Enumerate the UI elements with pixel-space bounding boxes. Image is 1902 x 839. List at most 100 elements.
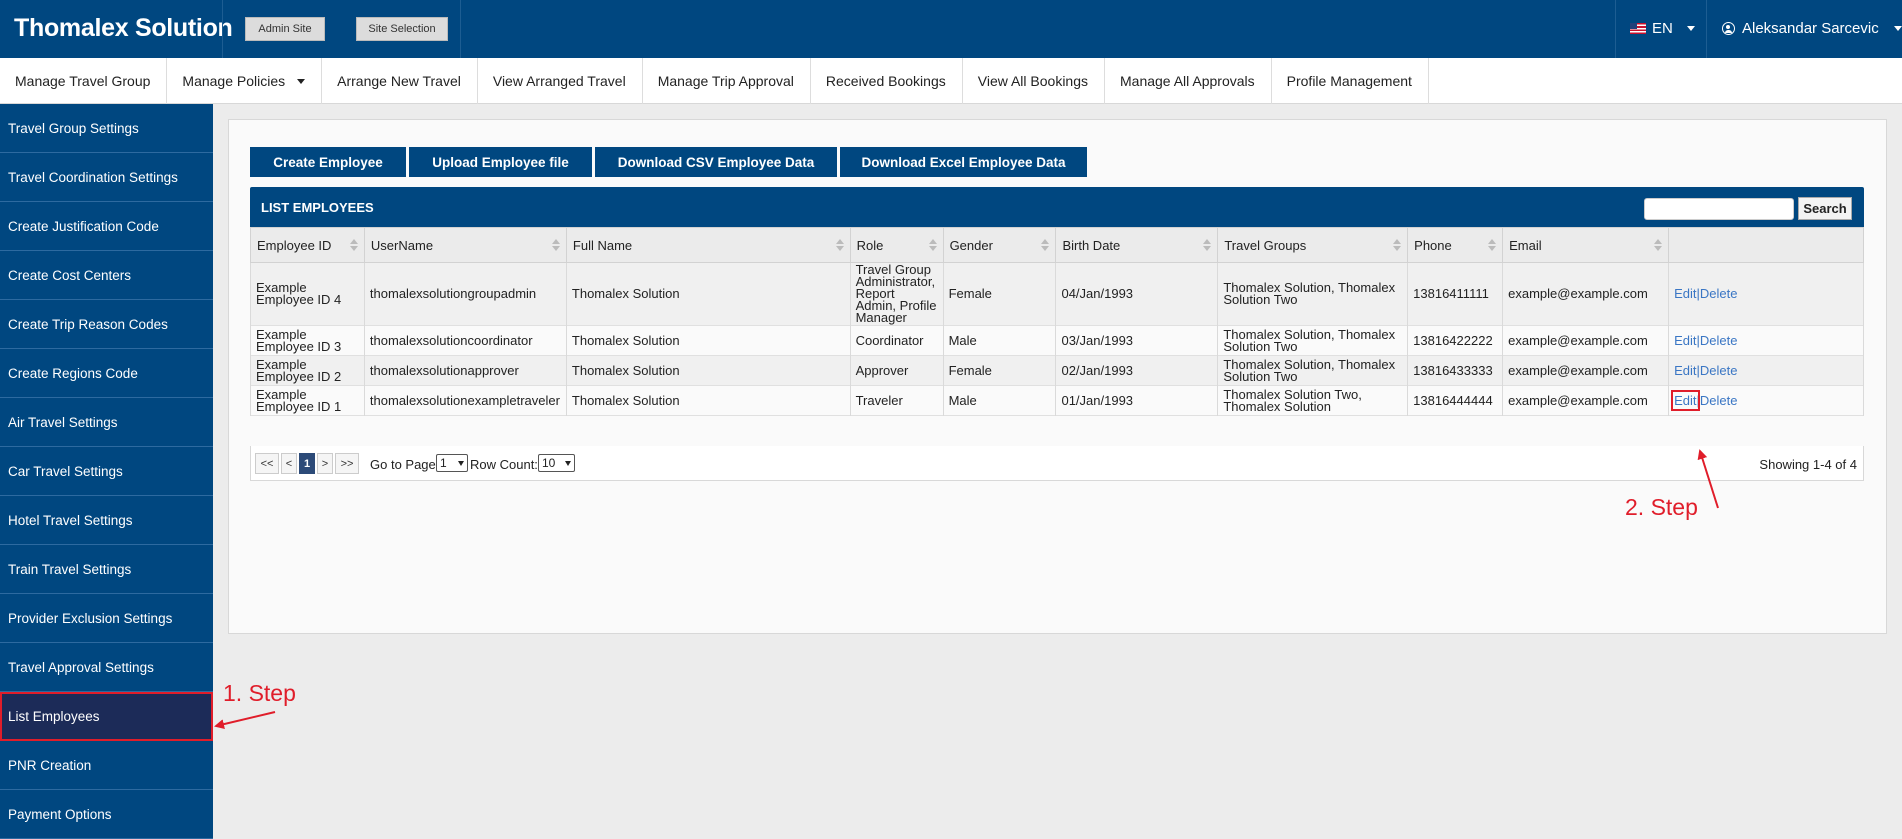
sort-icon	[1393, 239, 1402, 251]
brand-title[interactable]: Thomalex Solution	[14, 14, 233, 43]
upload-employee-file-button[interactable]: Upload Employee file	[409, 147, 592, 177]
cell-full-name: Thomalex Solution	[565, 325, 851, 356]
cell-role: Traveler	[849, 385, 944, 416]
current-page-button[interactable]: 1	[299, 453, 315, 474]
delete-link[interactable]: Delete	[1700, 363, 1738, 378]
sort-icon	[1488, 239, 1497, 251]
prev-page-button[interactable]: <	[281, 453, 297, 474]
step-1-arrow	[214, 711, 276, 730]
goto-page-select[interactable]: 1	[436, 454, 468, 472]
sidebar-item-hotel-travel-settings[interactable]: Hotel Travel Settings	[0, 496, 213, 545]
sidebar-item-car-travel-settings[interactable]: Car Travel Settings	[0, 447, 213, 496]
nav-item-manage-policies[interactable]: Manage Policies	[167, 58, 323, 104]
sidebar-item-payment-options[interactable]: Payment Options	[0, 790, 213, 839]
next-page-button[interactable]: >	[317, 453, 333, 474]
column-header-full-name[interactable]: Full Name	[565, 227, 851, 263]
top-header-bar: Thomalex Solution Admin Site Site Select…	[0, 0, 1902, 58]
sidebar-item-label: PNR Creation	[8, 757, 92, 773]
column-header-birth-date[interactable]: Birth Date	[1055, 227, 1219, 263]
column-header-travel-groups[interactable]: Travel Groups	[1217, 227, 1409, 263]
sidebar-item-create-justification-code[interactable]: Create Justification Code	[0, 202, 213, 251]
sidebar-item-provider-exclusion-settings[interactable]: Provider Exclusion Settings	[0, 594, 213, 643]
column-header-actions	[1668, 227, 1864, 263]
nav-item-label: Manage Trip Approval	[657, 73, 794, 89]
sidebar-item-air-travel-settings[interactable]: Air Travel Settings	[0, 398, 213, 447]
cell-actions: Edit|Delete	[1668, 385, 1864, 416]
create-employee-button[interactable]: Create Employee	[250, 147, 406, 177]
sidebar-item-travel-coordination-settings[interactable]: Travel Coordination Settings	[0, 153, 213, 202]
user-menu[interactable]: Aleksandar Sarcevic	[1722, 20, 1902, 37]
nav-item-label: View Arranged Travel	[492, 73, 626, 89]
search-input[interactable]	[1644, 198, 1794, 220]
nav-item-view-all-bookings[interactable]: View All Bookings	[963, 58, 1105, 104]
delete-link[interactable]: Delete	[1700, 393, 1738, 408]
sidebar-item-create-regions-code[interactable]: Create Regions Code	[0, 349, 213, 398]
nav-item-profile-management[interactable]: Profile Management	[1272, 58, 1429, 104]
cell-full-name: Thomalex Solution	[565, 355, 851, 386]
sidebar-item-label: Payment Options	[8, 806, 112, 822]
cell-phone: 13816411111	[1407, 262, 1504, 326]
cell-birth: 03/Jan/1993	[1055, 325, 1219, 356]
cell-phone: 13816433333	[1407, 355, 1504, 386]
header-divider	[460, 0, 461, 58]
column-header-phone[interactable]: Phone	[1407, 227, 1504, 263]
delete-link[interactable]: Delete	[1700, 333, 1738, 348]
column-header-email[interactable]: Email	[1502, 227, 1670, 263]
cell-username: thomalexsolutionapprover	[363, 355, 567, 386]
row-count-select[interactable]: 10	[538, 454, 575, 472]
nav-item-arrange-new-travel[interactable]: Arrange New Travel	[322, 58, 478, 104]
cell-email: example@example.com	[1502, 262, 1670, 326]
nav-item-view-arranged-travel[interactable]: View Arranged Travel	[478, 58, 643, 104]
last-page-button[interactable]: >>	[335, 453, 359, 474]
goto-page-label: Go to Page:	[370, 457, 440, 472]
sort-icon	[349, 239, 358, 251]
cell-email: example@example.com	[1502, 385, 1670, 416]
chevron-down-icon	[1893, 26, 1902, 31]
cell-gender: Female	[942, 355, 1057, 386]
header-divider	[1615, 0, 1616, 58]
sidebar-item-create-cost-centers[interactable]: Create Cost Centers	[0, 251, 213, 300]
cell-gender: Male	[942, 385, 1057, 416]
cell-full-name: Thomalex Solution	[565, 385, 851, 416]
table-row: Example Employee ID 4 thomalexsolutiongro…	[250, 262, 1864, 326]
download-excel-button[interactable]: Download Excel Employee Data	[840, 147, 1087, 177]
edit-link[interactable]: Edit	[1674, 363, 1696, 378]
sort-icon	[1041, 239, 1050, 251]
sidebar-item-travel-approval-settings[interactable]: Travel Approval Settings	[0, 643, 213, 692]
site-selection-button[interactable]: Site Selection	[356, 17, 448, 41]
column-header-label: Travel Groups	[1224, 237, 1307, 253]
nav-item-received-bookings[interactable]: Received Bookings	[811, 58, 963, 104]
admin-site-button[interactable]: Admin Site	[245, 17, 325, 41]
nav-item-manage-trip-approval[interactable]: Manage Trip Approval	[643, 58, 811, 104]
first-page-button[interactable]: <<	[255, 453, 279, 474]
cell-full-name: Thomalex Solution	[565, 262, 851, 326]
table-header-row: Employee ID UserName Full Name Role Gender Bi…	[250, 227, 1864, 263]
sidebar-item-create-trip-reason-codes[interactable]: Create Trip Reason Codes	[0, 300, 213, 349]
edit-link[interactable]: Edit	[1674, 286, 1696, 301]
sidebar-item-pnr-creation[interactable]: PNR Creation	[0, 741, 213, 790]
nav-item-manage-all-approvals[interactable]: Manage All Approvals	[1105, 58, 1272, 104]
chevron-down-icon	[565, 461, 571, 466]
sidebar-item-train-travel-settings[interactable]: Train Travel Settings	[0, 545, 213, 594]
edit-link[interactable]: Edit	[1674, 333, 1696, 348]
download-csv-button[interactable]: Download CSV Employee Data	[595, 147, 837, 177]
search-button[interactable]: Search	[1798, 197, 1852, 220]
sidebar-item-list-employees[interactable]: List Employees	[0, 692, 213, 741]
chevron-down-icon	[297, 78, 306, 84]
header-divider	[222, 0, 223, 58]
nav-item-manage-travel-group[interactable]: Manage Travel Group	[0, 58, 168, 104]
sidebar: Travel Group Settings Travel Coordination…	[0, 104, 213, 839]
column-header-role[interactable]: Role	[849, 227, 944, 263]
nav-item-label: Received Bookings	[825, 73, 946, 89]
column-header-username[interactable]: UserName	[363, 227, 567, 263]
edit-link[interactable]: Edit	[1671, 389, 1700, 411]
cell-email: example@example.com	[1502, 325, 1670, 356]
language-selector[interactable]: EN	[1630, 20, 1695, 37]
column-header-gender[interactable]: Gender	[942, 227, 1057, 263]
sidebar-item-travel-group-settings[interactable]: Travel Group Settings	[0, 104, 213, 153]
column-header-employee-id[interactable]: Employee ID	[250, 227, 365, 263]
delete-link[interactable]: Delete	[1700, 286, 1738, 301]
table-row: Example Employee ID 1 thomalexsolutionexa…	[250, 385, 1864, 416]
cell-id: Example Employee ID 4	[250, 262, 365, 326]
column-header-label: Gender	[949, 237, 993, 253]
